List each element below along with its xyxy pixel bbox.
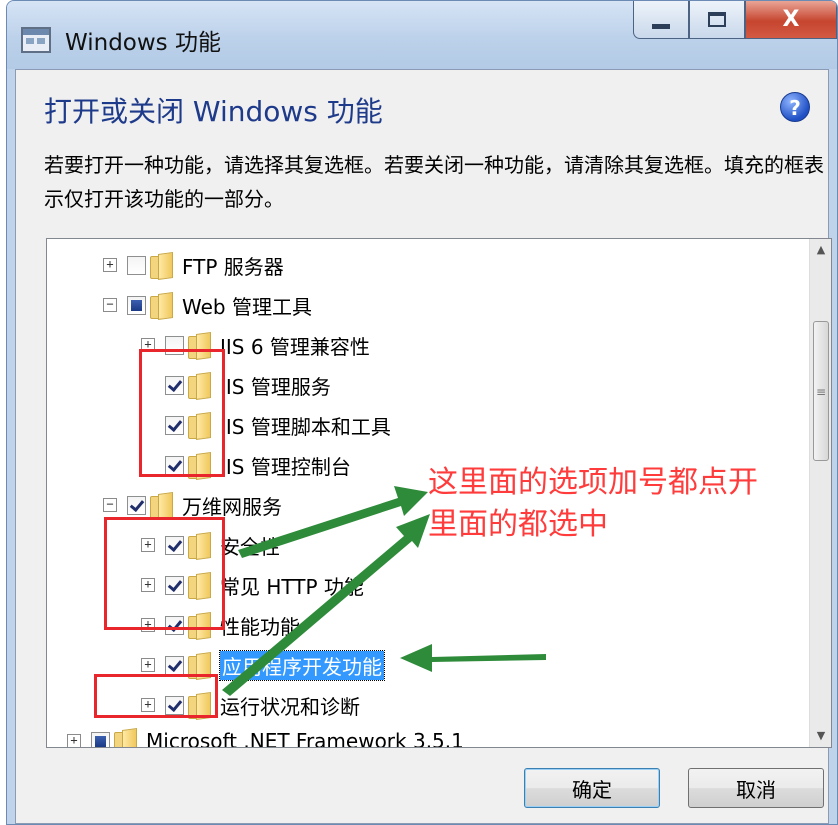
scroll-thumb[interactable]: ≡ bbox=[813, 321, 829, 461]
tree-item[interactable]: − 万维网服务 bbox=[103, 485, 282, 525]
annotation-line-1: 这里面的选项加号都点开 bbox=[428, 465, 758, 500]
tree-item-label[interactable]: 性能功能 bbox=[220, 611, 300, 640]
tree-item[interactable]: + FTP 服务器 bbox=[103, 245, 284, 285]
tree-item[interactable]: + 运行状况和诊断 bbox=[141, 685, 360, 725]
tree-item-label[interactable]: IIS 6 管理兼容性 bbox=[220, 331, 370, 360]
tree-item-label[interactable]: Microsoft .NET Framework 3.5.1 bbox=[146, 729, 464, 747]
tree-item-label[interactable]: 万维网服务 bbox=[182, 491, 282, 520]
tree-item[interactable]: + 常见 HTTP 功能 bbox=[141, 565, 364, 605]
folder-icon bbox=[188, 453, 210, 479]
help-icon[interactable]: ? bbox=[780, 92, 810, 122]
tree-item-label[interactable]: 应用程序开发功能 bbox=[219, 649, 385, 681]
annotation-text: 这里面的选项加号都点开 里面的都选中 bbox=[428, 462, 758, 546]
ok-button[interactable]: 确定 bbox=[524, 768, 660, 808]
feature-checkbox[interactable] bbox=[165, 375, 184, 395]
folder-icon bbox=[188, 333, 210, 359]
folder-icon bbox=[114, 729, 136, 747]
tree-item-label[interactable]: IIS 管理服务 bbox=[220, 371, 331, 400]
feature-checkbox[interactable] bbox=[165, 455, 184, 475]
feature-checkbox[interactable] bbox=[165, 615, 184, 635]
folder-icon bbox=[188, 613, 210, 639]
feature-checkbox[interactable] bbox=[127, 295, 146, 315]
window-controls: X bbox=[633, 1, 837, 39]
tree-item[interactable]: IIS 管理控制台 bbox=[165, 445, 351, 485]
minimize-icon bbox=[652, 24, 670, 29]
expand-icon[interactable]: + bbox=[141, 578, 155, 592]
windows-features-dialog: Windows 功能 X 打开或关闭 Windows 功能 ? 若要打开一种功能… bbox=[6, 0, 838, 825]
feature-checkbox[interactable] bbox=[127, 495, 146, 515]
folder-icon bbox=[188, 373, 210, 399]
feature-checkbox[interactable] bbox=[165, 415, 184, 435]
folder-icon bbox=[188, 693, 210, 719]
collapse-icon[interactable]: − bbox=[103, 498, 117, 512]
scroll-up-icon[interactable]: ▲ bbox=[810, 239, 831, 261]
feature-checkbox[interactable] bbox=[165, 535, 184, 555]
tree-item-label[interactable]: FTP 服务器 bbox=[182, 251, 284, 280]
tree-item-label[interactable]: IIS 管理控制台 bbox=[220, 451, 351, 480]
tree-item[interactable]: − Web 管理工具 bbox=[103, 285, 312, 325]
expand-icon[interactable]: + bbox=[141, 698, 155, 712]
feature-checkbox[interactable] bbox=[165, 655, 184, 675]
feature-checkbox[interactable] bbox=[165, 575, 184, 595]
tree-item[interactable]: + 性能功能 bbox=[141, 605, 300, 645]
tree-item-label[interactable]: Web 管理工具 bbox=[182, 291, 312, 320]
cancel-button[interactable]: 取消 bbox=[688, 768, 824, 808]
folder-icon bbox=[188, 573, 210, 599]
tree-item-label[interactable]: 运行状况和诊断 bbox=[220, 691, 360, 720]
tree-item-label[interactable]: IIS 管理脚本和工具 bbox=[220, 411, 391, 440]
tree-item[interactable]: + Microsoft .NET Framework 3.5.1 bbox=[67, 721, 464, 747]
feature-checkbox[interactable] bbox=[165, 335, 184, 355]
scroll-down-icon[interactable]: ▼ bbox=[810, 725, 831, 747]
window-title: Windows 功能 bbox=[65, 30, 221, 56]
tree-item[interactable]: IIS 管理脚本和工具 bbox=[165, 405, 391, 445]
maximize-button[interactable] bbox=[689, 1, 745, 39]
tree-item-label[interactable]: 常见 HTTP 功能 bbox=[220, 571, 364, 600]
tree-item[interactable]: + IIS 6 管理兼容性 bbox=[141, 325, 370, 365]
collapse-icon[interactable]: − bbox=[103, 298, 117, 312]
feature-checkbox[interactable] bbox=[165, 695, 184, 715]
expand-icon[interactable]: + bbox=[141, 618, 155, 632]
title-bar[interactable]: Windows 功能 X bbox=[7, 1, 837, 69]
tree-scrollbar[interactable]: ▲ ≡ ▼ bbox=[809, 239, 831, 747]
folder-icon bbox=[188, 413, 210, 439]
folder-icon bbox=[150, 253, 172, 279]
folder-icon bbox=[150, 493, 172, 519]
tree-item[interactable]: IIS 管理服务 bbox=[165, 365, 331, 405]
feature-checkbox[interactable] bbox=[91, 731, 110, 747]
dialog-description: 若要打开一种功能，请选择其复选框。若要关闭一种功能，请清除其复选框。填充的框表示… bbox=[44, 153, 824, 211]
expand-icon[interactable]: + bbox=[67, 734, 81, 747]
minimize-button[interactable] bbox=[633, 1, 689, 39]
expand-icon[interactable]: + bbox=[141, 338, 155, 352]
tree-item-label[interactable]: 安全性 bbox=[220, 531, 280, 560]
feature-checkbox[interactable] bbox=[127, 255, 146, 275]
window-app-icon bbox=[21, 27, 51, 53]
folder-icon bbox=[150, 293, 172, 319]
close-icon: X bbox=[782, 7, 800, 32]
dialog-heading: 打开或关闭 Windows 功能 bbox=[44, 95, 383, 128]
folder-icon bbox=[188, 533, 210, 559]
close-button[interactable]: X bbox=[745, 1, 837, 39]
dialog-client-area: 打开或关闭 Windows 功能 ? 若要打开一种功能，请选择其复选框。若要关闭… bbox=[15, 69, 832, 824]
folder-icon bbox=[188, 653, 210, 679]
maximize-icon bbox=[708, 12, 726, 27]
tree-item[interactable]: + 应用程序开发功能 bbox=[141, 645, 385, 685]
expand-icon[interactable]: + bbox=[103, 258, 117, 272]
annotation-line-2: 里面的都选中 bbox=[428, 507, 608, 542]
tree-item[interactable]: + 安全性 bbox=[141, 525, 280, 565]
expand-icon[interactable]: + bbox=[141, 538, 155, 552]
expand-icon[interactable]: + bbox=[141, 658, 155, 672]
